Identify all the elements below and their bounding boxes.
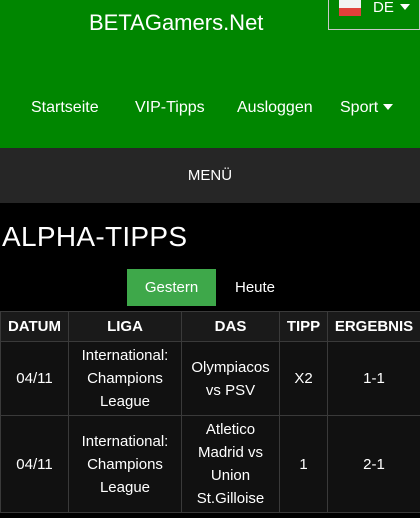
caret-down-icon (400, 4, 410, 10)
site-title[interactable]: BETAGamers.Net (89, 10, 263, 36)
cell-tip: X2 (279, 341, 328, 416)
nav-ausloggen[interactable]: Ausloggen (237, 99, 313, 117)
page-title: ALPHA-TIPPS (2, 221, 188, 252)
cell-league: International: Champions League (68, 415, 182, 513)
tab-heute[interactable]: Heute (222, 269, 288, 306)
nav-sport-label: Sport (340, 99, 379, 116)
table-row: 04/11 International: Champions League At… (0, 415, 420, 513)
cell-tip: 1 (279, 415, 328, 513)
menu-label: MENÜ (187, 167, 233, 184)
column-header-datum: DATUM (0, 311, 69, 342)
site-header: BETAGamers.Net DE Startseite VIP-Tipps A… (0, 0, 420, 148)
german-flag-icon (339, 0, 361, 16)
tab-gestern[interactable]: Gestern (127, 269, 216, 306)
menu-bar[interactable]: MENÜ (0, 148, 420, 203)
cell-date: 04/11 (0, 415, 69, 513)
cell-date: 04/11 (0, 341, 69, 416)
table-header-row: DATUM LIGA DAS TIPP ERGEBNIS (0, 311, 420, 342)
cell-result: 2-1 (327, 415, 420, 513)
cell-match: Atletico Madrid vs Union St.Gilloise (181, 415, 280, 513)
column-header-das: DAS (181, 311, 280, 342)
table-row: 04/11 International: Champions League Ol… (0, 341, 420, 416)
column-header-liga: LIGA (68, 311, 182, 342)
cell-match: Olympiacos vs PSV (181, 341, 280, 416)
language-selector[interactable]: DE (328, 0, 420, 30)
tips-table: DATUM LIGA DAS TIPP ERGEBNIS 04/11 Inter… (0, 311, 420, 513)
column-header-tipp: TIPP (279, 311, 328, 342)
cell-league: International: Champions League (68, 341, 182, 416)
language-label: DE (373, 0, 394, 16)
nav-vip-tipps[interactable]: VIP-Tipps (135, 99, 205, 117)
column-header-ergebnis: ERGEBNIS (327, 311, 420, 342)
nav-startseite[interactable]: Startseite (31, 99, 99, 117)
cell-result: 1-1 (327, 341, 420, 416)
caret-down-icon (383, 104, 394, 110)
nav-sport[interactable]: Sport (340, 99, 394, 117)
